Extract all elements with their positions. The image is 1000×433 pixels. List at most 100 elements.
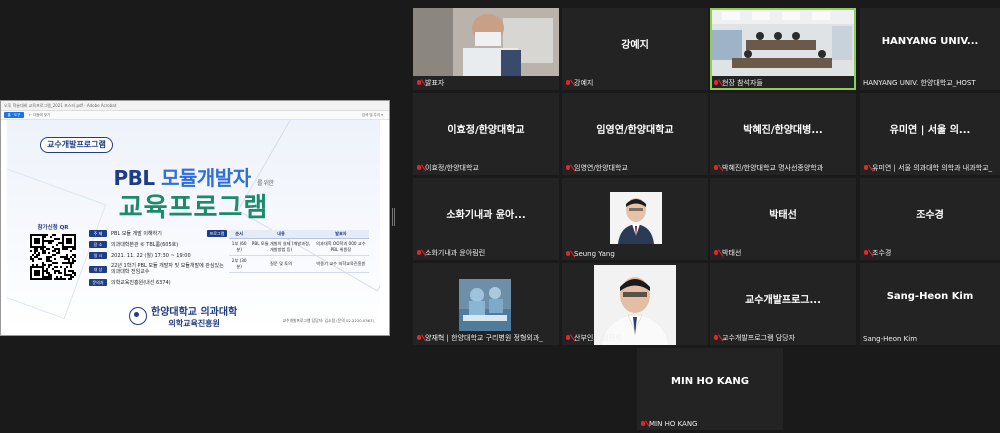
participant-caption: MIN HO KANG (640, 420, 780, 428)
mic-muted-icon (565, 79, 571, 87)
participant-name: 강예지 (621, 40, 649, 51)
program-order: 2부 (30분) (229, 255, 250, 273)
surgery-photo-icon (459, 279, 511, 331)
mic-muted-icon (565, 164, 571, 172)
poster-info: 주 제 PBL 모듈 개발 이해하기 장 소 의과대학본관 ⑥ TBL룸(605… (89, 230, 229, 290)
poster: 교수개발프로그램 PBL 모듈개발자 를 위한 교육프로그램 참가신청 QR 주… (7, 120, 380, 330)
participant-tile-active-speaker[interactable]: 현장 참석자들 (710, 8, 856, 90)
participant-tile[interactable]: 유미연 | 서울 의... 유미연 | 서울 의과대학 의학과 내과학교_ (860, 93, 1000, 175)
info-label: 주 제 (89, 230, 107, 237)
participant-caption: 박태선 (713, 248, 853, 258)
search-comment-menu[interactable]: 검색 및 주석 ▾ (362, 111, 383, 119)
program-order: 1부 (60분) (229, 238, 250, 256)
participant-name: 박태선 (769, 210, 797, 221)
info-label: 일 시 (89, 252, 107, 259)
participant-tile[interactable]: 박태선 박태선 (710, 178, 856, 260)
participant-name: 박혜진/한양대병... (743, 125, 823, 136)
participant-name: HANYANG UNIV... (881, 36, 979, 47)
presenter-video-icon (413, 8, 559, 76)
logo-line2: 의학교육진흥원 (168, 319, 220, 328)
poster-tag: 교수개발프로그램 (40, 137, 113, 153)
participant-tile[interactable]: HANYANG UNIV... HANYANG UNIV. 한양대학교_HOST (860, 8, 1000, 90)
participant-name: 소화기내과 윤아... (446, 210, 526, 221)
participant-caption: 조수경 (863, 248, 997, 258)
mic-muted-icon (713, 249, 719, 257)
info-value: 2021. 11. 22 (월) 17:30 ~ 19:00 (111, 253, 191, 259)
participant-photo (610, 192, 662, 244)
participant-caption: 발표자 (416, 78, 556, 88)
participant-tile[interactable]: 소화기내과 윤아... 소화기내과 윤아림린 (413, 178, 559, 260)
poster-title-small: 를 위한 (257, 180, 274, 187)
participant-caption: 박혜진/한양대학교 명사선종양학과 (713, 163, 853, 173)
participant-tile[interactable]: 임영연/한양대학교 임영연/한양대학교 (562, 93, 708, 175)
participant-tile[interactable]: MIN HO KANG MIN HO KANG (637, 348, 783, 430)
participant-caption: 이효정/한양대학교 (416, 163, 556, 173)
mic-muted-icon (863, 164, 869, 172)
mic-muted-icon (416, 164, 422, 172)
participant-caption: 임영연/한양대학교 (565, 163, 705, 173)
university-logo: 한양대학교 의과대학 의학교육진흥원 (129, 303, 237, 329)
mic-muted-icon (565, 334, 571, 342)
participant-caption: 소화기내과 윤아림린 (416, 248, 556, 258)
mic-muted-icon (713, 79, 719, 87)
university-seal-icon (129, 307, 147, 325)
participant-caption: Sang-Heon Kim (863, 335, 918, 343)
qr-block: 참가신청 QR (21, 223, 85, 308)
program-content: 질문 및 토의 (249, 255, 313, 273)
info-value: 의학교육진흥원(내선 6374) (111, 280, 171, 286)
mic-muted-icon (713, 334, 719, 342)
participant-name: 유미연 | 서울 의... (889, 125, 971, 136)
participant-name: 임영연/한양대학교 (596, 125, 674, 136)
participant-caption: 유미연 | 서울 의과대학 의학과 내과학교_ (863, 163, 997, 173)
mic-muted-icon (416, 79, 422, 87)
participant-tile[interactable]: 산부인과 정진석 (562, 263, 708, 345)
mic-muted-icon (640, 420, 646, 428)
participant-tile[interactable]: Seung Yang (562, 178, 708, 260)
info-row: 장 소 의과대학본관 ⑥ TBL룸(605호) (89, 241, 229, 248)
qr-label: 참가신청 QR (37, 225, 69, 231)
participant-name: 조수경 (916, 210, 944, 221)
program-row: 1부 (60분) PBL 모듈 개발의 실제 (개발과정, 개발방법 등) 의과… (229, 238, 369, 256)
logo-line1: 한양대학교 의과대학 (151, 307, 238, 318)
info-label: 대 상 (89, 265, 107, 273)
info-row: 일 시 2021. 11. 22 (월) 17:30 ~ 19:00 (89, 252, 229, 259)
participant-tile[interactable]: 양재혁 | 한양대학교 구리병원 정형외과_ (413, 263, 559, 345)
participant-name: 교수개발프로그... (745, 295, 821, 306)
find-next-link[interactable]: ← 다음에 찾기 (29, 111, 50, 119)
panel-splitter[interactable] (392, 208, 395, 226)
window-title: 오후 학술대회 교육프로그램_2021 포스터.pdf - Adobe Acro… (1, 101, 389, 111)
mic-muted-icon (713, 164, 719, 172)
info-row: 대 상 22년 1학기 PBL 모듈 개발자 및 모듈개발에 관심있는 의과대학… (89, 263, 229, 275)
participant-caption: 강예지 (565, 78, 705, 88)
viewer-toolbar: 홈 · 도구 ← 다음에 찾기 검색 및 주석 ▾ (1, 111, 389, 120)
mic-muted-icon (416, 249, 422, 257)
program-content: PBL 모듈 개발의 실제 (개발과정, 개발방법 등) (249, 238, 313, 256)
participant-tile[interactable]: 발표자 (413, 8, 559, 90)
poster-subtitle: 교육프로그램 (118, 193, 269, 223)
participant-tile[interactable]: Sang-Heon Kim Sang-Heon Kim (860, 263, 1000, 345)
program-header: 발표자 (312, 230, 369, 239)
program-table-block: 프로그램 순서 내용 발표자 1부 (60분) PBL 모듈 개발의 실제 (개… (207, 230, 369, 273)
participant-caption: 현장 참석자들 (713, 78, 853, 88)
info-value: 의과대학본관 ⑥ TBL룸(605호) (111, 242, 179, 248)
participant-tile[interactable]: 강예지 강예지 (562, 8, 708, 90)
participant-tile[interactable]: 조수경 조수경 (860, 178, 1000, 260)
participant-tile[interactable]: 교수개발프로그... 교수개발프로그램 담당자 (710, 263, 856, 345)
program-speaker: 의과대학 OO학과 000 교수 PBL 위원장 (312, 238, 369, 256)
participant-tile[interactable]: 이효정/한양대학교 이효정/한양대학교 (413, 93, 559, 175)
participant-caption: 교수개발프로그램 담당자 (713, 333, 853, 343)
home-tools-button[interactable]: 홈 · 도구 (4, 112, 24, 118)
info-label: 문의처 (89, 279, 107, 286)
info-value: PBL 모듈 개발 이해하기 (111, 231, 162, 237)
participant-name: 이효정/한양대학교 (447, 125, 525, 136)
info-label: 장 소 (89, 241, 107, 248)
info-value: 22년 1학기 PBL 모듈 개발자 및 모듈개발에 관심있는 의과대학 전임교… (111, 263, 224, 275)
classroom-video-icon (712, 10, 854, 76)
mic-muted-icon (416, 334, 422, 342)
participant-caption: 산부인과 정진석 (565, 333, 705, 343)
program-header: 순서 (229, 230, 250, 239)
participant-tile[interactable]: 박혜진/한양대병... 박혜진/한양대학교 명사선종양학과 (710, 93, 856, 175)
program-label: 프로그램 (207, 230, 227, 237)
program-table: 순서 내용 발표자 1부 (60분) PBL 모듈 개발의 실제 (개발과정, … (229, 230, 369, 273)
participant-name: MIN HO KANG (671, 376, 749, 387)
